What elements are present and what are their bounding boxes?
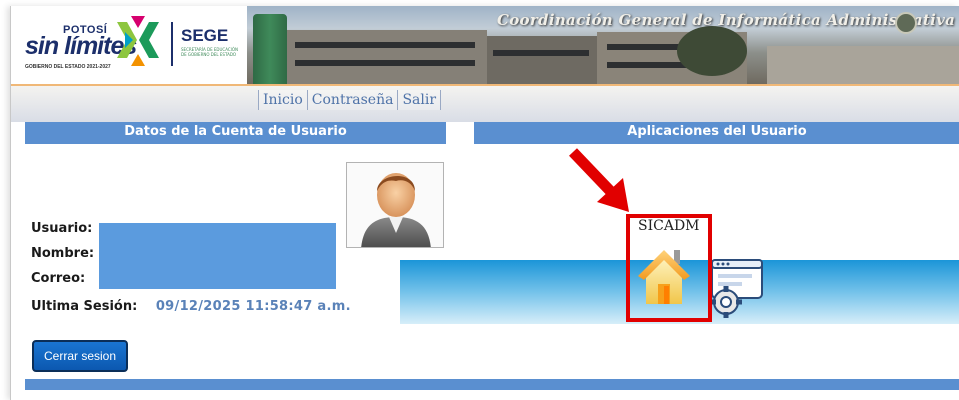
avatar bbox=[346, 162, 444, 248]
logout-button[interactable]: Cerrar sesion bbox=[32, 340, 128, 372]
org-caption: SECRETARÍA DE EDUCACIÓN DE GOBIERNO DEL … bbox=[181, 47, 238, 57]
apps-section-header: Aplicaciones del Usuario bbox=[474, 122, 959, 144]
nav-inicio-link[interactable]: Inicio bbox=[258, 90, 308, 110]
last-session-value: 09/12/2025 11:58:47 a.m. bbox=[155, 299, 351, 314]
last-session: Ultima Sesión: 09/12/2025 11:58:47 a.m. bbox=[31, 299, 351, 314]
x-logo-icon bbox=[117, 16, 159, 66]
settings-window-icon[interactable] bbox=[704, 254, 766, 322]
bottom-bar bbox=[25, 379, 959, 390]
logo-divider bbox=[171, 22, 173, 66]
header-banner: POTOSÍ sin límites GOBIERNO DEL ESTADO 2… bbox=[11, 6, 959, 84]
nav-bar: Inicio Contraseña Salir bbox=[11, 84, 959, 122]
banner-photo: Coordinación General de Informática Admi… bbox=[247, 6, 959, 84]
correo-label: Correo: bbox=[31, 271, 86, 286]
user-avatar-icon bbox=[361, 173, 431, 247]
usuario-label: Usuario: bbox=[31, 221, 93, 236]
nav-contrasena-link[interactable]: Contraseña bbox=[306, 90, 399, 110]
last-session-label: Ultima Sesión: bbox=[31, 299, 138, 314]
nombre-label: Nombre: bbox=[31, 246, 95, 261]
page-frame: POTOSÍ sin límites GOBIERNO DEL ESTADO 2… bbox=[10, 6, 959, 400]
nav-salir-link[interactable]: Salir bbox=[397, 90, 442, 110]
brand-caption: GOBIERNO DEL ESTADO 2021-2027 bbox=[25, 64, 111, 70]
account-section-header: Datos de la Cuenta de Usuario bbox=[25, 122, 446, 144]
seal-icon bbox=[895, 12, 917, 34]
banner-title: Coordinación General de Informática Admi… bbox=[497, 11, 956, 29]
org-name: SEGE bbox=[181, 26, 229, 45]
redacted-user-info bbox=[99, 223, 336, 289]
main-nav: Inicio Contraseña Salir bbox=[258, 90, 442, 110]
red-arrow-icon bbox=[569, 148, 629, 212]
logo-area: POTOSÍ sin límites GOBIERNO DEL ESTADO 2… bbox=[11, 6, 247, 84]
sicadm-highlight-box bbox=[626, 214, 712, 322]
